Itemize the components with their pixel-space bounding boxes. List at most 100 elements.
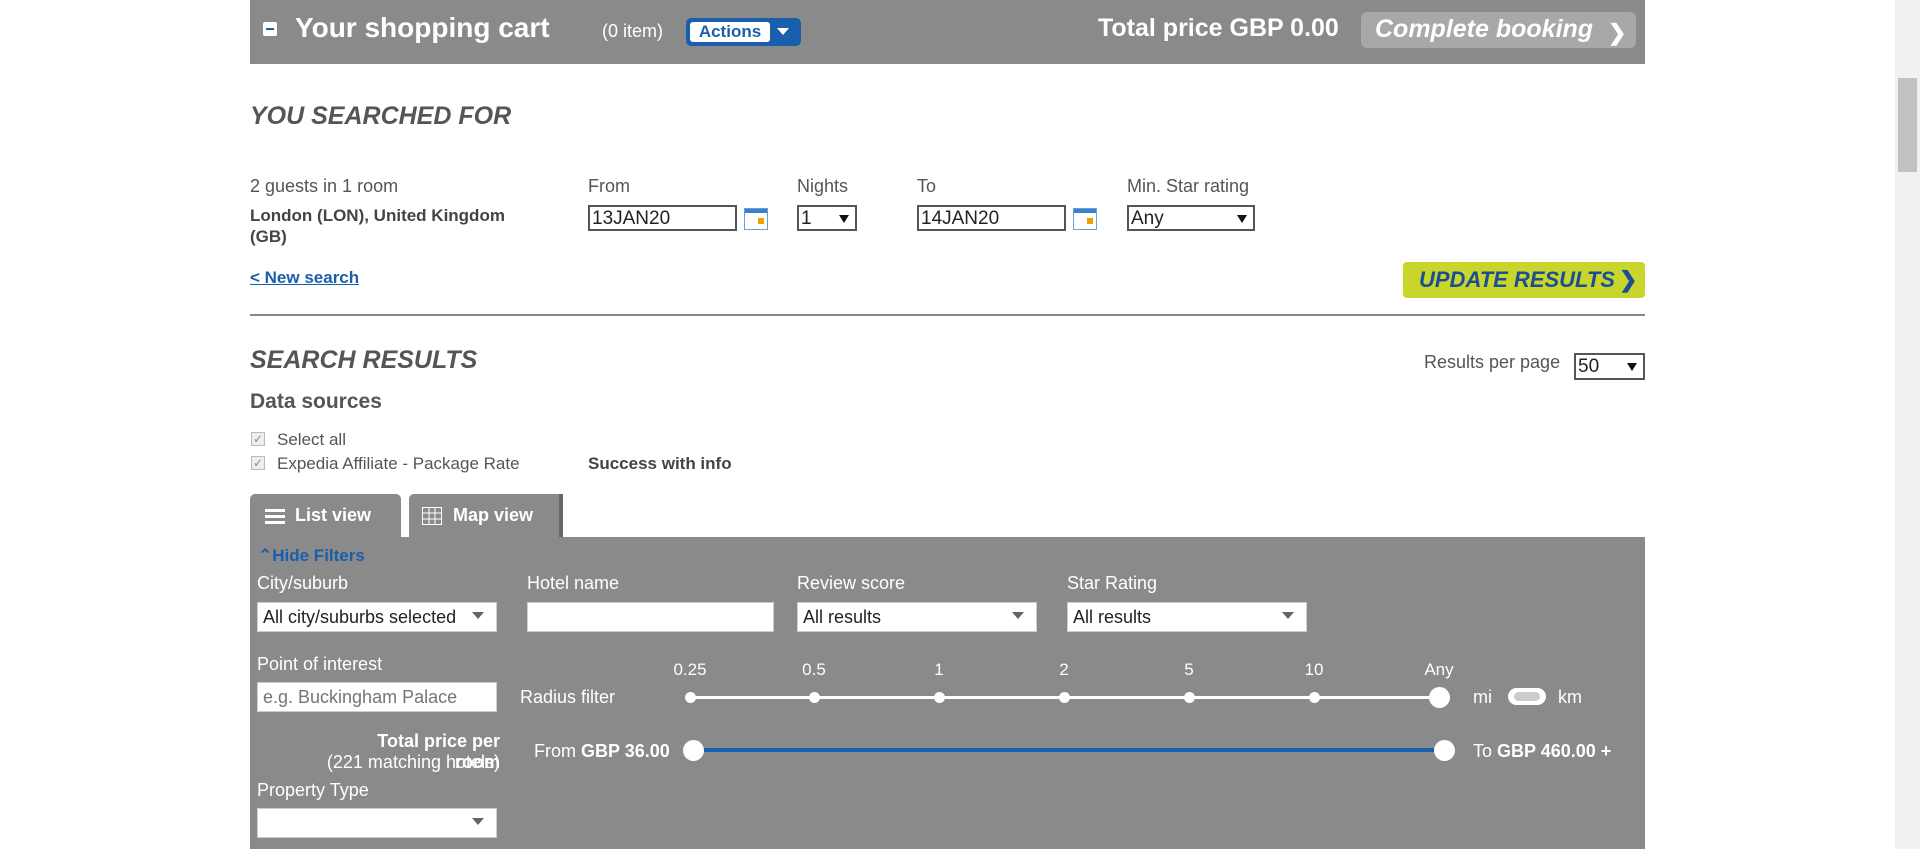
chevron-right-icon: ❯ [1608,20,1627,45]
radius-tick-label: 0.5 [802,660,826,679]
tab-map-view[interactable]: Map view [409,494,563,537]
update-results-label: UPDATE RESULTS [1419,267,1615,292]
city-select[interactable]: All city/suburbs selected [257,602,497,632]
hotel-name-label: Hotel name [527,573,620,593]
tab-list-label: List view [295,505,372,525]
star-filter-value: All results [1073,607,1152,627]
source-checkbox[interactable]: ✓ [251,456,265,470]
searched-for-heading: YOU SEARCHED FOR [250,102,512,130]
data-sources-heading: Data sources [250,390,382,413]
property-type-label: Property Type [257,780,369,800]
unit-km-label: km [1558,687,1582,707]
new-search-link[interactable]: < New search [250,268,359,288]
city-label: City/suburb [257,573,349,593]
star-rating-label: Min. Star rating [1127,176,1250,196]
radius-stop[interactable] [808,691,820,703]
price-min-handle[interactable] [683,740,704,761]
scrollbar-thumb[interactable] [1898,78,1917,172]
source-name: Expedia Affiliate - Package Rate [277,454,520,473]
to-date-field[interactable]: 14JAN20 [917,205,1066,231]
shopping-cart-bar: Your shopping cart (0 item) Actions Tota… [250,0,1645,64]
results-per-page-value: 50 [1578,356,1600,377]
to-label: To [917,176,937,196]
caret-down-icon [839,215,849,223]
price-range-track [695,748,1445,752]
guests-summary: 2 guests in 1 room [250,176,399,196]
price-from: From GBP 36.00 [534,741,670,762]
select-all-checkbox[interactable]: ✓ [251,432,265,446]
price-from-value: GBP 36.00 [581,741,670,761]
property-type-select[interactable] [257,808,497,838]
poi-label: Point of interest [257,654,383,674]
calendar-icon[interactable] [1073,208,1097,230]
star-rating-select[interactable]: Any [1127,205,1255,231]
caret-down-icon [1237,215,1247,223]
radius-label: Radius filter [520,687,616,707]
hotel-name-input[interactable] [527,602,774,632]
hide-filters-label: Hide Filters [272,546,365,565]
tab-list-view[interactable]: List view [250,494,401,537]
price-from-prefix: From [534,741,576,761]
search-results-heading: SEARCH RESULTS [250,346,478,374]
results-per-page-select[interactable]: 50 [1574,353,1645,380]
radius-tick-label: 0.25 [673,660,707,679]
radius-stop[interactable] [1183,691,1195,703]
nights-label: Nights [797,176,849,196]
unit-mi-label: mi [1473,687,1492,707]
city-value: All city/suburbs selected [263,607,457,627]
star-rating-value: Any [1131,208,1164,229]
results-per-page-label: Results per page [1424,352,1561,372]
chevron-down-icon [472,612,484,619]
review-score-select[interactable]: All results [797,602,1037,632]
actions-button[interactable]: Actions [686,18,801,46]
unit-toggle[interactable] [1508,688,1546,705]
review-score-label: Review score [797,573,906,593]
chevron-down-icon [1012,612,1024,619]
update-results-button[interactable]: UPDATE RESULTS ❯ [1403,262,1645,298]
from-label: From [588,176,630,196]
price-max-handle[interactable] [1434,740,1455,761]
price-to-prefix: To [1473,741,1493,761]
actions-label: Actions [690,22,770,42]
complete-booking-button[interactable]: Complete booking ❯ [1361,12,1636,48]
nights-select[interactable]: 1 [797,205,857,231]
grid-icon [422,507,442,525]
tab-map-label: Map view [453,505,534,525]
list-icon [265,509,285,524]
chevron-down-icon [472,818,484,825]
review-score-value: All results [803,607,882,627]
star-filter-select[interactable]: All results [1067,602,1307,632]
chevron-up-icon: ⌃ [258,546,273,565]
radius-tick-label: 10 [1304,660,1324,679]
radius-tick-label: 2 [1059,660,1069,679]
price-match-count: (221 matching hotels) [326,752,500,772]
destination: London (LON), United Kingdom (GB) [250,206,505,246]
select-all-label: Select all [277,430,346,449]
radius-handle[interactable] [1428,686,1450,708]
cart-title: Your shopping cart [295,12,550,43]
nights-value: 1 [801,208,812,229]
chevron-right-icon: ❯ [1619,267,1638,292]
price-to: To GBP 460.00 + [1473,741,1611,762]
caret-down-icon [777,28,789,35]
hide-filters-link[interactable]: ⌃Hide Filters [258,546,365,566]
price-to-value: GBP 460.00 + [1497,741,1612,761]
complete-booking-label: Complete booking [1375,15,1594,43]
source-status: Success with info [588,454,732,473]
radius-stop[interactable] [933,691,945,703]
star-filter-label: Star Rating [1067,573,1158,593]
radius-tick-label: 5 [1184,660,1194,679]
radius-stop[interactable] [1058,691,1070,703]
total-price: Total price GBP 0.00 [1098,14,1339,42]
radius-tick-label: Any [1424,660,1454,679]
minus-icon[interactable] [263,22,277,36]
chevron-down-icon [1282,612,1294,619]
radius-stop[interactable] [684,691,696,703]
cart-item-count: (0 item) [602,21,664,41]
calendar-icon[interactable] [744,208,768,230]
poi-input[interactable] [257,682,497,712]
from-date-field[interactable]: 13JAN20 [588,205,737,231]
section-divider [250,314,1645,316]
radius-stop[interactable] [1308,691,1320,703]
radius-tick-label: 1 [934,660,944,679]
